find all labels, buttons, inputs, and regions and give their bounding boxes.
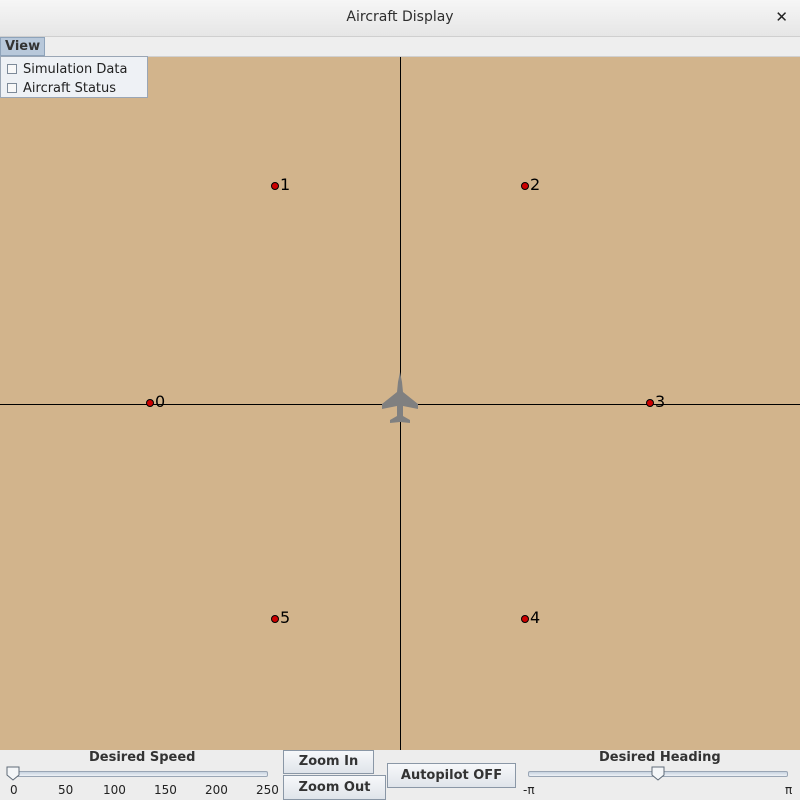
waypoint-0: 0 (146, 392, 165, 411)
menu-item-aircraft-status[interactable]: Aircraft Status (7, 79, 116, 97)
aircraft-icon[interactable] (382, 372, 418, 423)
waypoint-2: 2 (521, 175, 540, 194)
waypoint-marker (271, 182, 279, 190)
speed-tick-label: 150 (154, 783, 177, 797)
autopilot-button[interactable]: Autopilot OFF (387, 763, 516, 788)
speed-tick-label: 100 (103, 783, 126, 797)
heading-min-label: -π (523, 783, 535, 797)
waypoint-marker (271, 615, 279, 623)
speed-slider-track[interactable] (8, 771, 268, 777)
speed-tick-label: 50 (58, 783, 74, 797)
speed-tick-label: 250 (256, 783, 279, 797)
waypoint-marker (521, 182, 529, 190)
heading-max-label: π (785, 783, 793, 797)
menu-item-label: Simulation Data (23, 61, 128, 77)
speed-slider-label: Desired Speed (89, 750, 196, 765)
waypoint-5: 5 (271, 608, 290, 627)
waypoint-3: 3 (646, 392, 665, 411)
waypoint-4: 4 (521, 608, 540, 627)
menu-bar: View (0, 37, 800, 57)
waypoint-marker (146, 399, 154, 407)
speed-tick-label: 200 (205, 783, 228, 797)
zoom-out-button[interactable]: Zoom Out (283, 775, 386, 800)
waypoint-label: 4 (530, 608, 540, 627)
menu-item-simulation-data[interactable]: Simulation Data (7, 60, 127, 78)
waypoint-marker (521, 615, 529, 623)
waypoint-label: 0 (155, 392, 165, 411)
heading-slider-thumb[interactable] (651, 766, 667, 782)
checkbox-icon[interactable] (7, 64, 17, 74)
speed-slider-thumb[interactable] (6, 766, 22, 782)
control-panel: Desired Speed 0 50 100 150 200 250 Zoom … (0, 750, 800, 800)
waypoint-label: 5 (280, 608, 290, 627)
aircraft-map[interactable]: 0 1 2 3 4 5 (0, 57, 800, 750)
map-canvas: 0 1 2 3 4 5 (0, 57, 800, 750)
menu-view[interactable]: View (0, 37, 46, 56)
window-titlebar: Aircraft Display ✕ (0, 0, 800, 37)
speed-tick-label: 0 (10, 783, 18, 797)
waypoint-1: 1 (271, 175, 290, 194)
window-title: Aircraft Display (346, 9, 454, 25)
checkbox-icon[interactable] (7, 83, 17, 93)
waypoint-label: 2 (530, 175, 540, 194)
waypoint-label: 1 (280, 175, 290, 194)
waypoint-label: 3 (655, 392, 665, 411)
zoom-in-button[interactable]: Zoom In (283, 750, 374, 774)
view-dropdown-menu: Simulation Data Aircraft Status (0, 56, 148, 98)
waypoint-marker (646, 399, 654, 407)
heading-slider-label: Desired Heading (599, 750, 721, 765)
close-icon[interactable]: ✕ (775, 8, 788, 26)
menu-item-label: Aircraft Status (23, 80, 117, 96)
